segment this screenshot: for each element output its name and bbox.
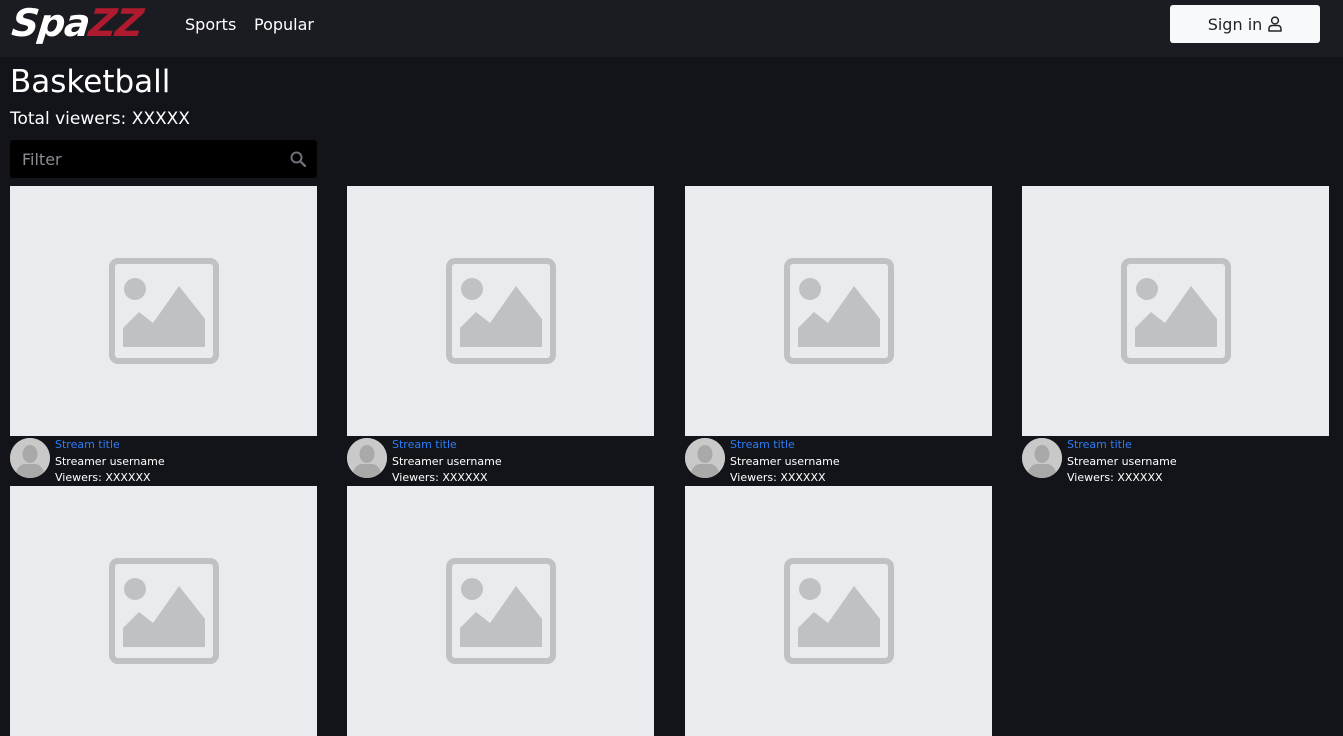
- stream-title-link[interactable]: Stream title: [392, 437, 502, 454]
- sign-in-label: Sign in: [1207, 14, 1263, 34]
- top-navbar: Spa ZZ Sports Popular Sign in: [0, 0, 1343, 57]
- stream-thumbnail[interactable]: [347, 186, 654, 436]
- image-placeholder-icon: [1121, 258, 1231, 364]
- user-icon: [1268, 16, 1283, 32]
- nav-link-sports[interactable]: Sports: [185, 15, 236, 34]
- search-icon[interactable]: [290, 151, 306, 167]
- streamer-username: Streamer username: [55, 454, 165, 468]
- streamer-username: Streamer username: [392, 454, 502, 468]
- stream-viewers: Viewers: XXXXXX: [392, 471, 488, 484]
- stream-title-link[interactable]: Stream title: [55, 437, 165, 454]
- total-viewers: Total viewers: XXXXX: [10, 109, 190, 129]
- image-placeholder-icon: [109, 258, 219, 364]
- stream-thumbnail[interactable]: [347, 486, 654, 736]
- streamer-avatar[interactable]: [685, 438, 725, 478]
- stream-viewers: Viewers: XXXXXX: [55, 471, 151, 484]
- stream-meta: Stream title Streamer username Viewers: XX…: [730, 437, 840, 487]
- stream-thumbnail[interactable]: [685, 486, 992, 736]
- logo-text-spa: Spa: [9, 1, 92, 45]
- image-placeholder-icon: [784, 558, 894, 664]
- logo-text-zz: ZZ: [86, 1, 145, 45]
- image-placeholder-icon: [109, 558, 219, 664]
- streamer-username: Streamer username: [730, 454, 840, 468]
- spazz-logo[interactable]: Spa ZZ: [9, 1, 145, 45]
- avatar-silhouette-icon: [1022, 438, 1062, 478]
- streamer-avatar[interactable]: [10, 438, 50, 478]
- page-title: Basketball: [10, 64, 171, 100]
- streamer-avatar[interactable]: [347, 438, 387, 478]
- avatar-silhouette-icon: [10, 438, 50, 478]
- image-placeholder-icon: [446, 258, 556, 364]
- streamer-username: Streamer username: [1067, 454, 1177, 468]
- stream-meta: Stream title Streamer username Viewers: XX…: [392, 437, 502, 487]
- filter-input[interactable]: [10, 140, 280, 178]
- avatar-silhouette-icon: [685, 438, 725, 478]
- stream-viewers: Viewers: XXXXXX: [730, 471, 826, 484]
- image-placeholder-icon: [784, 258, 894, 364]
- stream-title-link[interactable]: Stream title: [730, 437, 840, 454]
- stream-title-link[interactable]: Stream title: [1067, 437, 1177, 454]
- stream-thumbnail[interactable]: [1022, 186, 1329, 436]
- stream-viewers: Viewers: XXXXXX: [1067, 471, 1163, 484]
- stream-thumbnail[interactable]: [10, 486, 317, 736]
- stream-meta: Stream title Streamer username Viewers: XX…: [1067, 437, 1177, 487]
- image-placeholder-icon: [446, 558, 556, 664]
- avatar-silhouette-icon: [347, 438, 387, 478]
- sign-in-button[interactable]: Sign in: [1170, 5, 1320, 43]
- stream-thumbnail[interactable]: [685, 186, 992, 436]
- stream-thumbnail[interactable]: [10, 186, 317, 436]
- streamer-avatar[interactable]: [1022, 438, 1062, 478]
- filter-box: [10, 140, 317, 178]
- stream-meta: Stream title Streamer username Viewers: XX…: [55, 437, 165, 487]
- nav-link-popular[interactable]: Popular: [254, 15, 314, 34]
